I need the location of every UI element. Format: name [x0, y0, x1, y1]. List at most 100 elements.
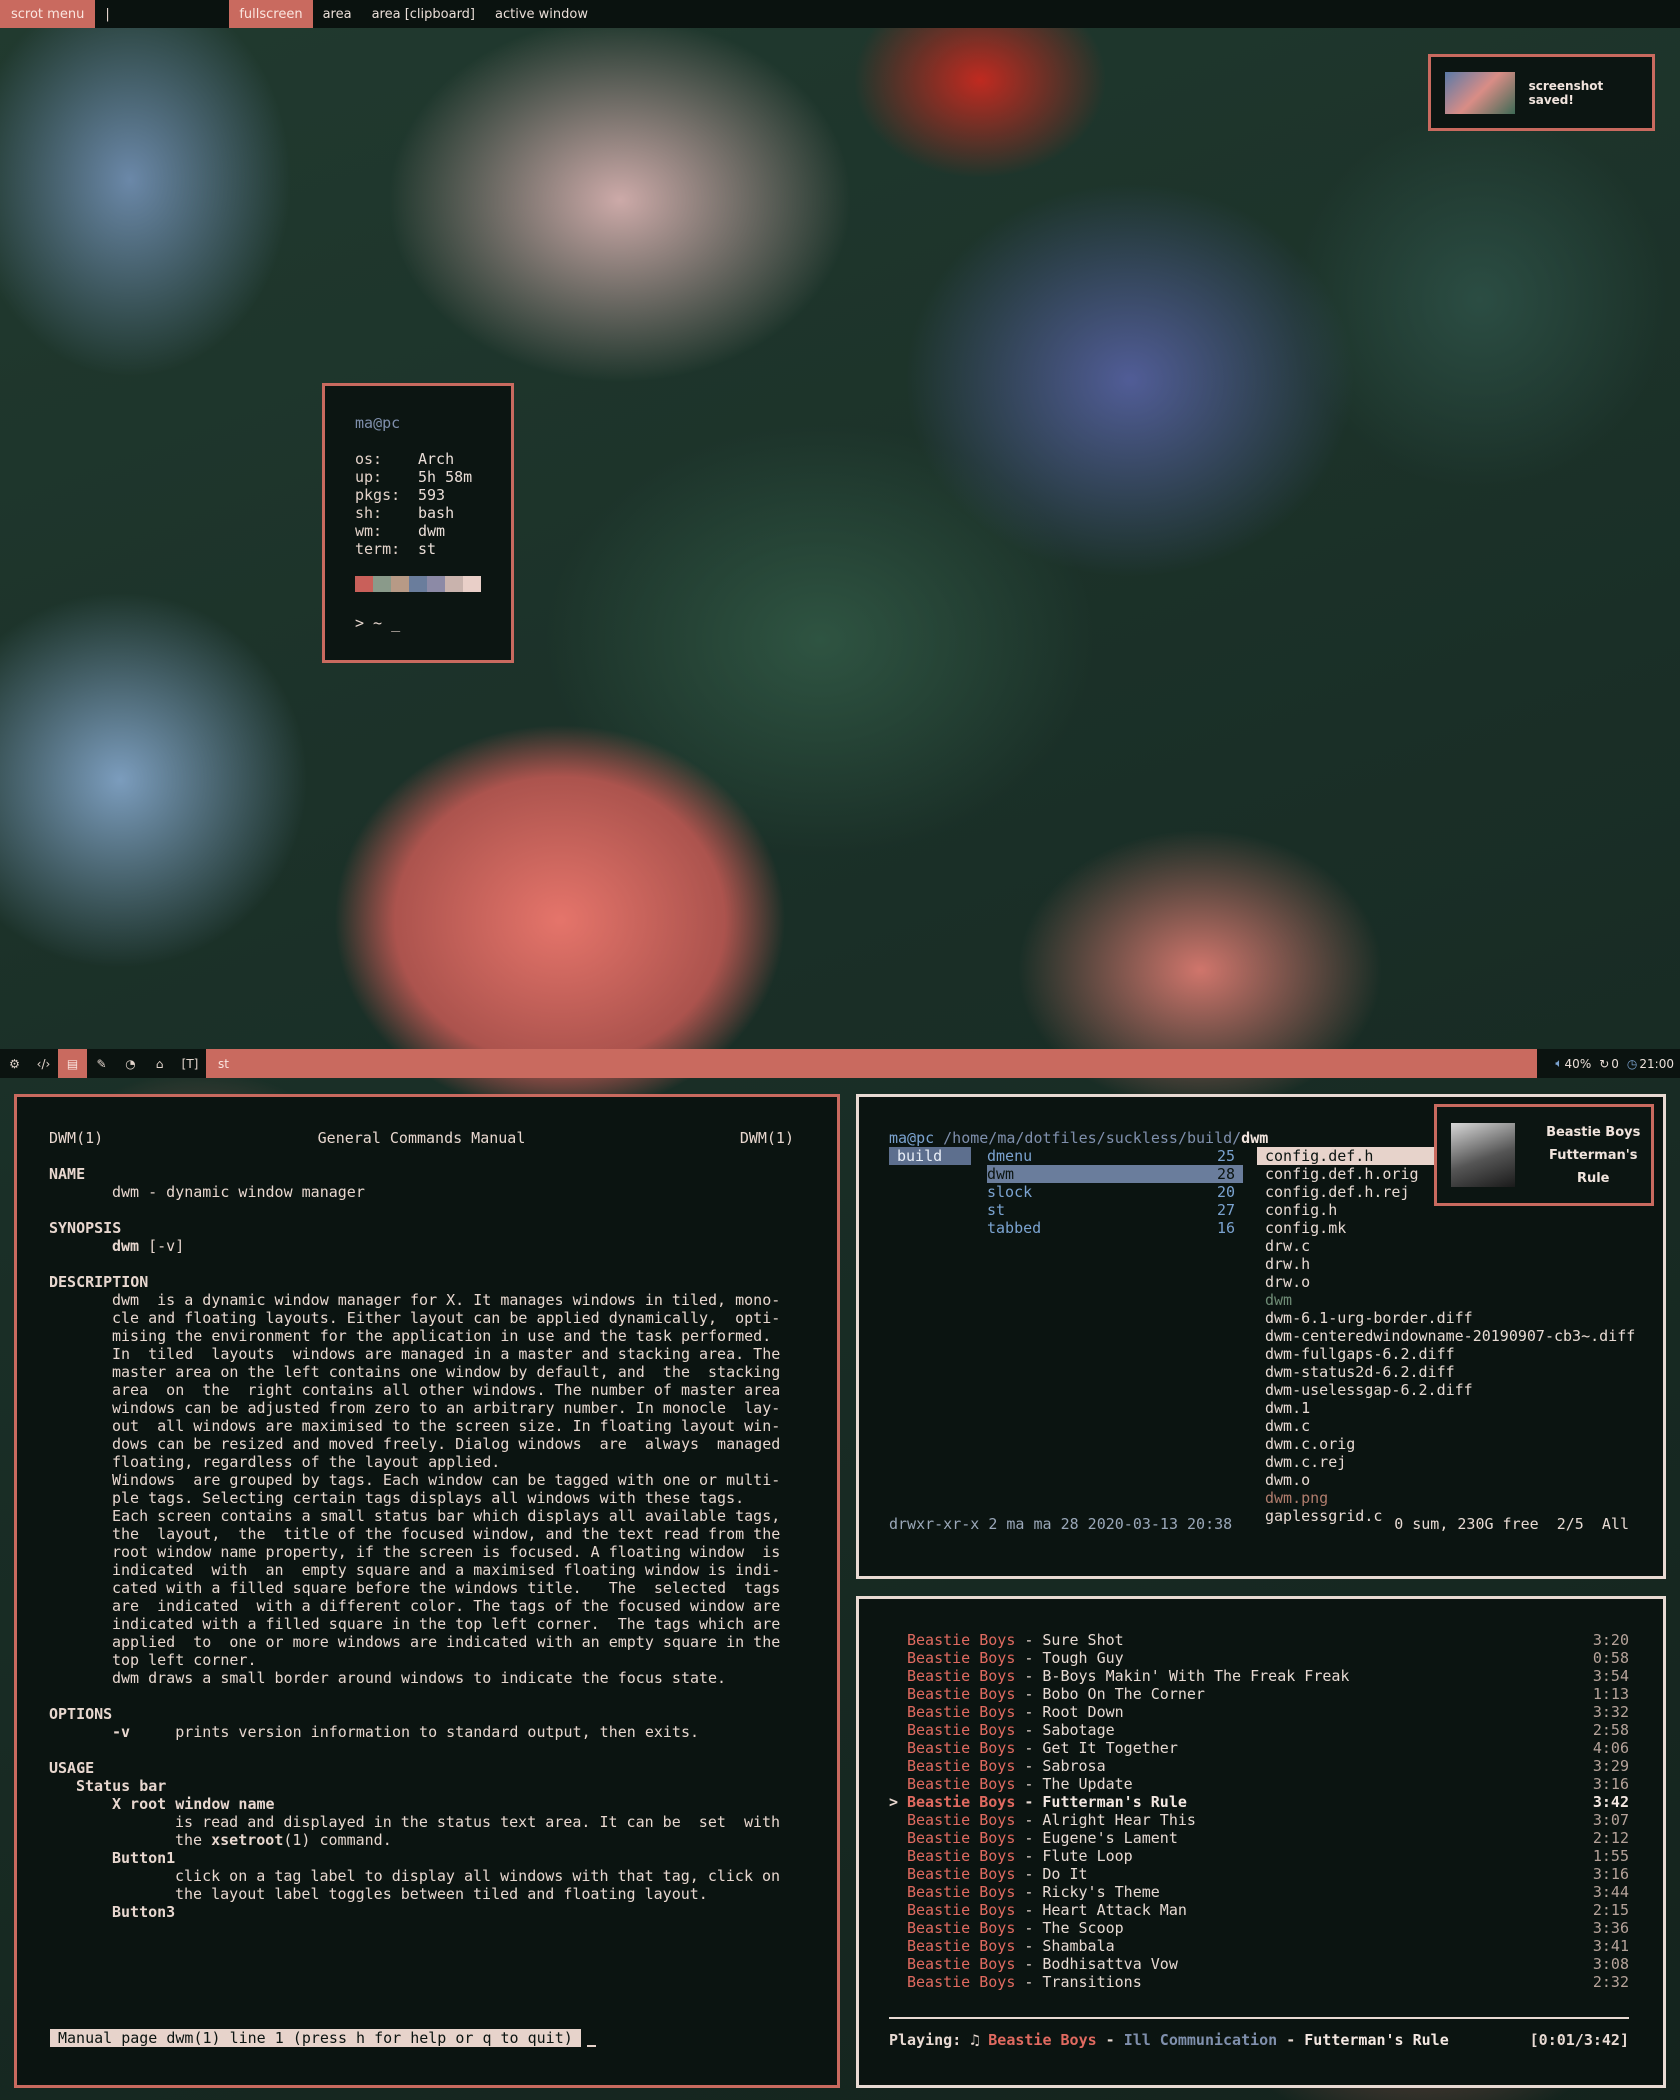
file-item[interactable]: config.def.h — [1257, 1147, 1441, 1165]
file-item[interactable]: dwm.1 — [1257, 1399, 1657, 1417]
track-artist: Beastie Boys — [907, 1937, 1016, 1955]
parent-dir-item[interactable]: build — [889, 1147, 971, 1165]
dir-item[interactable]: slock 20 — [987, 1183, 1243, 1201]
playlist-row[interactable]: Beastie Boys - Shambala 3:41 — [889, 1937, 1629, 1955]
man-page-window[interactable]: DWM(1) General Commands Manual DWM(1) NA… — [14, 1094, 840, 2088]
track-length: 2:32 — [1592, 1973, 1629, 1991]
dir-name: slock — [987, 1183, 1033, 1201]
track-length: 4:06 — [1592, 1739, 1629, 1757]
file-item[interactable]: dwm-status2d-6.2.diff — [1257, 1363, 1657, 1381]
menu-input[interactable]: | — [95, 0, 229, 28]
file-item[interactable]: dwm.c — [1257, 1417, 1657, 1435]
section-synopsis: SYNOPSIS — [49, 1219, 122, 1237]
playlist-row[interactable]: Beastie Boys - Alright Hear This 3:07 — [889, 1811, 1629, 1829]
file-item[interactable]: dwm-6.1-urg-border.diff — [1257, 1309, 1657, 1327]
track-artist: Beastie Boys — [907, 1721, 1016, 1739]
file-item[interactable]: dwm.c.orig — [1257, 1435, 1657, 1453]
file-item[interactable]: dwm-centeredwindowname-20190907-cb3~.dif… — [1257, 1327, 1657, 1345]
separator: - — [1024, 1883, 1034, 1901]
album-cover — [1451, 1123, 1516, 1187]
track-artist: Beastie Boys — [907, 1811, 1016, 1829]
now-playing-notification[interactable]: Beastie Boys Futterman's Rule — [1434, 1104, 1654, 1206]
playback-progress-bar[interactable] — [889, 2017, 1629, 2019]
playlist-row[interactable]: Beastie Boys - Tough Guy 0:58 — [889, 1649, 1629, 1667]
playlist-row[interactable]: Beastie Boys - Flute Loop 1:55 — [889, 1847, 1629, 1865]
tag-code-icon[interactable]: ‹/› — [29, 1049, 58, 1078]
menu-item-fullscreen[interactable]: fullscreen — [229, 0, 313, 28]
man-header: DWM(1) General Commands Manual DWM(1) — [49, 1129, 794, 1147]
track-length: 3:29 — [1592, 1757, 1629, 1775]
separator: - — [1024, 1793, 1034, 1811]
playing-marker: > — [889, 1793, 899, 1811]
file-item[interactable]: dwm — [1257, 1291, 1657, 1309]
dir-item[interactable]: dwm 28 — [987, 1165, 1243, 1183]
file-item[interactable]: drw.h — [1257, 1255, 1657, 1273]
file-item[interactable]: dwm-uselessgap-6.2.diff — [1257, 1381, 1657, 1399]
playlist-row[interactable]: Beastie Boys - Root Down 3:32 — [889, 1703, 1629, 1721]
track-length: 3:20 — [1592, 1631, 1629, 1649]
music-player-window[interactable]: Beastie Boys - Sure Shot 3:20 Beastie Boys - T… — [856, 1596, 1666, 2088]
ranger-user: ma@pc — [889, 1129, 935, 1147]
tag-trash-icon[interactable]: ⌂ — [145, 1049, 174, 1078]
playlist-row[interactable]: Beastie Boys - Ricky's Theme 3:44 — [889, 1883, 1629, 1901]
fetch-value: st — [418, 540, 437, 558]
track-title: Root Down — [1042, 1703, 1124, 1721]
playlist-row[interactable]: Beastie Boys - Sabrosa 3:29 — [889, 1757, 1629, 1775]
tag-window-icon[interactable]: ▤ — [58, 1049, 87, 1078]
synopsis-text: dwm [-v] — [112, 1237, 185, 1255]
file-item[interactable]: dwm-fullgaps-6.2.diff — [1257, 1345, 1657, 1363]
track-title: Get It Together — [1042, 1739, 1178, 1757]
playing-marker — [889, 1757, 907, 1775]
playlist-row[interactable]: Beastie Boys - Sabotage 2:58 — [889, 1721, 1629, 1739]
playlist-row[interactable]: Beastie Boys - Get It Together 4:06 — [889, 1739, 1629, 1757]
color-swatch — [445, 576, 463, 592]
screenshot-notification[interactable]: screenshot saved! — [1428, 54, 1655, 131]
playlist-row[interactable]: Beastie Boys - The Scoop 3:36 — [889, 1919, 1629, 1937]
menu-item-active-window[interactable]: active window — [485, 0, 598, 28]
track-length: 1:55 — [1592, 1847, 1629, 1865]
playing-marker — [889, 1973, 907, 1991]
dir-item[interactable]: st 27 — [987, 1201, 1243, 1219]
menu-item-area[interactable]: area — [313, 0, 362, 28]
separator: - — [1024, 1955, 1034, 1973]
shell-prompt[interactable]: > ~ _ — [355, 614, 511, 632]
track-artist: Beastie Boys — [907, 1901, 1016, 1919]
playlist-row[interactable]: Beastie Boys - Transitions 2:32 — [889, 1973, 1629, 1991]
playlist-row[interactable]: Beastie Boys - Bodhisattva Vow 3:08 — [889, 1955, 1629, 1973]
playlist-row[interactable]: Beastie Boys - The Update 3:16 — [889, 1775, 1629, 1793]
file-item[interactable]: dwm.o — [1257, 1471, 1657, 1489]
music-note-icon: ♫ — [970, 2031, 980, 2049]
file-item[interactable]: config.mk — [1257, 1219, 1657, 1237]
tag-palette-icon[interactable]: ◔ — [116, 1049, 145, 1078]
tag-pencil-icon[interactable]: ✎ — [87, 1049, 116, 1078]
layout-indicator[interactable]: [T] — [174, 1049, 206, 1078]
file-item[interactable]: dwm.png — [1257, 1489, 1657, 1507]
playlist-row[interactable]: Beastie Boys - Sure Shot 3:20 — [889, 1631, 1629, 1649]
dir-item[interactable]: tabbed 16 — [987, 1219, 1243, 1237]
file-item[interactable]: drw.c — [1257, 1237, 1657, 1255]
playlist-row[interactable]: Beastie Boys - B-Boys Makin' With The Frea… — [889, 1667, 1629, 1685]
fetch-terminal[interactable]: ma@pc os: Arch up: 5h 58m pkgs: 593 sh: bash… — [322, 383, 514, 663]
file-item[interactable]: drw.o — [1257, 1273, 1657, 1291]
playlist-row[interactable]: Beastie Boys - Heart Attack Man 2:15 — [889, 1901, 1629, 1919]
playing-marker — [889, 1631, 907, 1649]
track-artist: Beastie Boys — [907, 1847, 1016, 1865]
name-text: dwm - dynamic window manager — [112, 1183, 365, 1201]
user-host: ma@pc — [355, 414, 401, 432]
playing-marker — [889, 1703, 907, 1721]
dir-item[interactable]: dmenu 25 — [987, 1147, 1243, 1165]
playlist-row[interactable]: > Beastie Boys - Futterman's Rule 3:42 — [889, 1793, 1629, 1811]
playlist-row[interactable]: Beastie Boys - Bobo On The Corner 1:13 — [889, 1685, 1629, 1703]
playback-album: Ill Communication — [1123, 2031, 1278, 2049]
track-artist: Beastie Boys — [907, 1739, 1016, 1757]
tag-gear-icon[interactable]: ⚙ — [0, 1049, 29, 1078]
file-item[interactable]: dwm.c.rej — [1257, 1453, 1657, 1471]
color-palette — [355, 576, 511, 592]
separator: - — [1024, 1739, 1034, 1757]
playlist-row[interactable]: Beastie Boys - Do It 3:16 — [889, 1865, 1629, 1883]
fetch-key: os: — [355, 450, 383, 468]
ranger-footer: drwxr-xr-x 2 ma ma 28 2020-03-13 20:38 0… — [889, 1515, 1629, 1533]
playlist-row[interactable]: Beastie Boys - Eugene's Lament 2:12 — [889, 1829, 1629, 1847]
menu-item-area-clipboard[interactable]: area [clipboard] — [362, 0, 485, 28]
clock-time: 21:00 — [1639, 1056, 1674, 1071]
